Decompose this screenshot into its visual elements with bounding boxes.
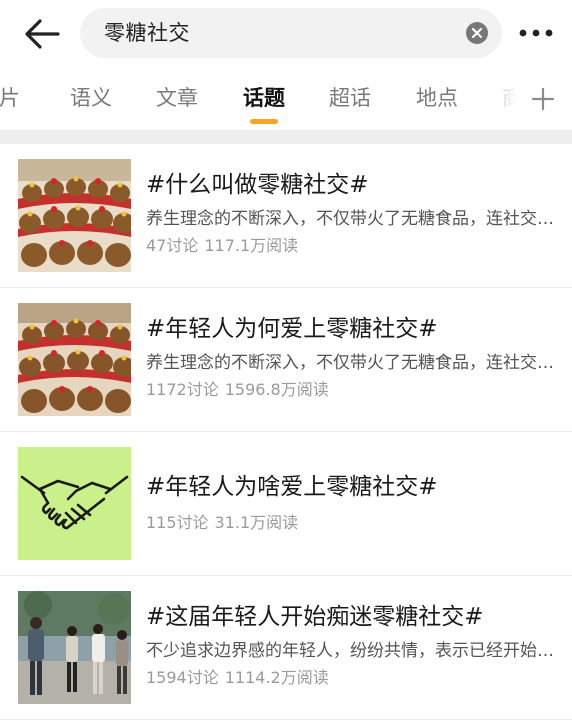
topic-title: #什么叫做零糖社交# [146,172,369,198]
topic-read-count: 1114.2万阅读 [224,668,329,687]
clear-circle-icon [466,22,488,44]
topic-thumbnail [18,303,131,416]
topic-stats: 1172讨论 1596.8万阅读 [146,378,329,402]
topic-description: 不少追求边界感的年轻人，纷纷共情，表示已经开始零糖社交 [146,641,556,661]
topic-item[interactable]: #年轻人为啥爱上零糖社交# 115讨论 31.1万阅读 [0,432,572,576]
topic-description: 养生理念的不断深入，不仅带火了无糖食品，连社交也开始无糖化 [146,209,556,229]
search-category-tabs: 图片 语义 文章 话题 超话 地点 商品 [0,66,572,130]
tab-places[interactable]: 地点 [416,82,458,114]
search-box[interactable]: 零糖社交 [80,8,502,58]
plush-display-image [18,303,131,416]
topic-thumbnail [18,159,131,272]
topic-discussion-count: 1594讨论 [146,668,219,687]
topic-stats: 47讨论 117.1万阅读 [146,234,298,258]
topic-description: 养生理念的不断深入，不仅带火了无糖食品，连社交也开始无糖化 [146,353,556,373]
plush-display-image [18,159,131,272]
topic-item[interactable]: #年轻人为何爱上零糖社交# 养生理念的不断深入，不仅带火了无糖食品，连社交也开始… [0,288,572,432]
tabs-fade-overlay [472,66,572,130]
topic-list: #什么叫做零糖社交# 养生理念的不断深入，不仅带火了无糖食品，连社交也开始无糖化… [0,144,572,720]
topic-stats: 1594讨论 1114.2万阅读 [146,666,329,690]
search-input[interactable]: 零糖社交 [104,8,190,58]
topic-read-count: 31.1万阅读 [214,513,299,532]
topic-item[interactable]: #什么叫做零糖社交# 养生理念的不断深入，不仅带火了无糖食品，连社交也开始无糖化… [0,144,572,288]
topic-title: #年轻人为啥爱上零糖社交# [146,474,438,500]
topic-discussion-count: 1172讨论 [146,380,219,399]
tab-images[interactable]: 图片 [0,82,20,114]
topic-thumbnail [18,447,131,560]
top-bar: 零糖社交 [0,0,572,66]
more-options-button[interactable] [516,20,556,46]
topic-read-count: 117.1万阅读 [204,236,299,255]
topic-title: #这届年轻人开始痴迷零糖社交# [146,604,484,630]
add-tab-button[interactable] [530,86,556,112]
clear-search-button[interactable] [466,22,488,44]
people-photo-image [18,591,131,704]
handshake-icon [18,447,131,560]
tab-articles[interactable]: 文章 [156,82,198,114]
active-tab-indicator [250,119,278,124]
arrow-left-icon [25,19,60,49]
tab-super-topics[interactable]: 超话 [329,82,371,114]
topic-thumbnail [18,591,131,704]
tab-semantic[interactable]: 语义 [70,82,112,114]
back-button[interactable] [22,14,62,54]
topic-item[interactable]: #这届年轻人开始痴迷零糖社交# 不少追求边界感的年轻人，纷纷共情，表示已经开始零… [0,576,572,720]
section-divider [0,130,572,144]
plus-icon [531,87,555,111]
topic-title: #年轻人为何爱上零糖社交# [146,316,438,342]
topic-read-count: 1596.8万阅读 [224,380,329,399]
tab-topics[interactable]: 话题 [243,82,285,114]
topic-discussion-count: 47讨论 [146,236,199,255]
more-dots-icon [519,29,553,37]
topic-discussion-count: 115讨论 [146,513,209,532]
topic-stats: 115讨论 31.1万阅读 [146,511,298,535]
